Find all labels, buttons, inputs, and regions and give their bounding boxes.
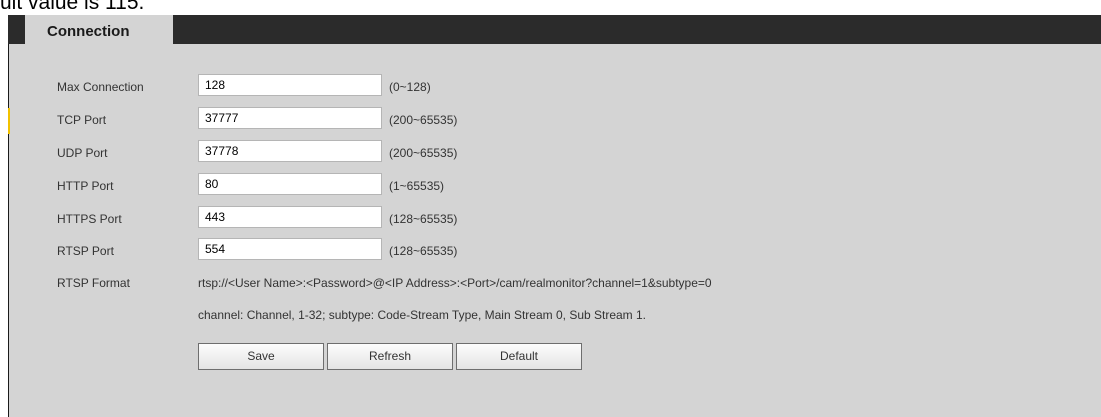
http-port-range: (1~65535) (389, 179, 445, 193)
udp-port-label: UDP Port (57, 146, 108, 160)
rtsp-port-input[interactable] (198, 238, 382, 260)
max-connection-input[interactable] (198, 74, 382, 96)
caption-text: ult value is 115. (0, 0, 145, 14)
https-port-label: HTTPS Port (57, 212, 122, 226)
max-connection-label: Max Connection (57, 80, 144, 94)
rtsp-format-label: RTSP Format (57, 276, 130, 290)
https-port-range: (128~65535) (389, 212, 458, 226)
rtsp-format-url: rtsp://<User Name>:<Password>@<IP Addres… (198, 276, 712, 290)
save-button[interactable]: Save (198, 343, 324, 370)
tcp-port-input[interactable] (198, 107, 382, 129)
selection-marker (8, 108, 10, 134)
tab-connection[interactable]: Connection (25, 15, 173, 46)
default-button[interactable]: Default (456, 343, 582, 370)
udp-port-input[interactable] (198, 140, 382, 162)
rtsp-port-range: (128~65535) (389, 244, 458, 258)
rtsp-port-label: RTSP Port (57, 244, 114, 258)
tcp-port-range: (200~65535) (389, 113, 458, 127)
max-connection-range: (0~128) (389, 80, 431, 94)
udp-port-range: (200~65535) (389, 146, 458, 160)
http-port-label: HTTP Port (57, 179, 114, 193)
https-port-input[interactable] (198, 206, 382, 228)
http-port-input[interactable] (198, 173, 382, 195)
refresh-button[interactable]: Refresh (327, 343, 453, 370)
rtsp-format-note: channel: Channel, 1-32; subtype: Code-St… (198, 308, 647, 322)
tcp-port-label: TCP Port (57, 113, 107, 127)
